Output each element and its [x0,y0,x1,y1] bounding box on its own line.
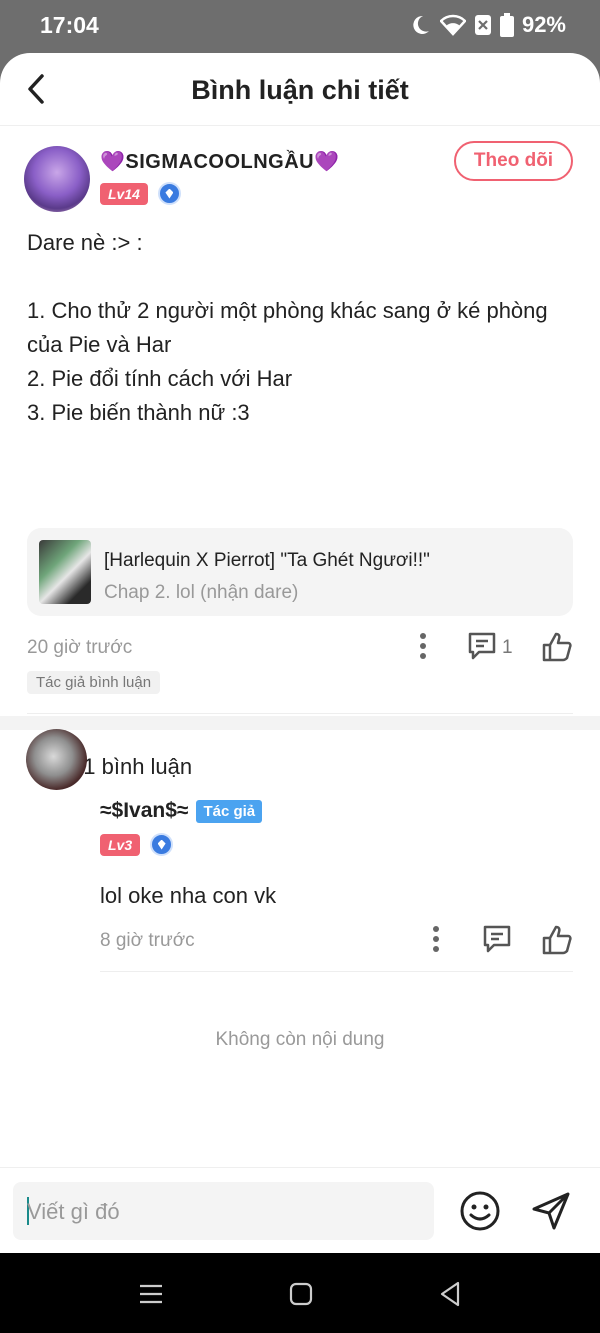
chapter-subtitle: Chap 2. lol (nhận dare) [104,582,299,603]
section-divider [0,716,600,730]
comment-time: 20 giờ trước [27,637,133,658]
system-nav-bar [0,1253,600,1333]
comment-input[interactable]: Viết gì đó [13,1182,434,1240]
comment-line: 1. Cho thử 2 người một phòng khác sang ở… [27,298,554,357]
reply-actions: 8 giờ trước [100,924,575,958]
author-comment-tag: Tác giả bình luận [27,671,161,694]
reply-username[interactable]: ≈$Ivan$≈ [100,799,188,823]
recents-icon[interactable] [136,1279,166,1309]
comment-line: Dare nè :> : [27,230,143,255]
moon-icon [413,15,429,34]
battery-icon [499,13,514,37]
chapter-thumbnail [39,540,91,604]
follow-button[interactable]: Theo dõi [454,141,573,181]
status-bar: 17:04 92% [0,0,600,52]
avatar[interactable] [24,146,90,212]
header: Bình luận chi tiết [0,53,600,126]
divider [27,713,573,714]
status-icons: 92% [408,12,566,38]
wifi-icon [439,14,466,36]
reply-user-badges: Lv3 [100,833,174,856]
shield-icon [157,182,181,205]
like-icon[interactable] [541,924,573,956]
status-time: 17:04 [40,12,99,38]
back-nav-icon[interactable] [436,1279,466,1309]
comment-actions: 20 giờ trước 1 [27,631,575,665]
send-icon[interactable] [530,1190,572,1232]
comment-line: 3. Pie biến thành nữ :3 [27,400,250,425]
no-sim-icon [474,15,491,35]
end-of-list-label: Không còn nội dung [215,1029,385,1050]
main-comment: 💜SIGMACOOLNGẦU💜 Lv14 Theo dõi Dare nè :>… [0,126,600,1166]
comment-body: Dare nè :> : 1. Cho thử 2 người một phòn… [27,226,575,430]
comment-icon[interactable] [482,924,512,954]
reply-text: lol oke nha con vk [100,883,277,908]
level-badge: Lv3 [100,833,141,856]
like-icon[interactable] [541,631,573,663]
comment-line [27,260,575,294]
emoji-icon[interactable] [459,1190,501,1232]
composer-bar: Viết gì đó [0,1167,600,1253]
comment-icon[interactable] [467,631,497,661]
level-badge: Lv14 [100,182,148,205]
more-icon[interactable] [426,924,446,954]
username[interactable]: 💜SIGMACOOLNGẦU💜 [100,149,340,174]
input-placeholder: Viết gì đó [27,1199,120,1224]
reply-header: ≈$Ivan$≈ Tác giả [100,799,263,823]
battery-level: 92% [521,12,566,37]
shield-icon [150,833,174,856]
author-badge: Tác giả [196,799,263,823]
more-icon[interactable] [413,631,433,661]
reply-time: 8 giờ trước [100,930,195,951]
comment-detail-sheet: Bình luận chi tiết 💜SIGMACOOLNGẦU💜 Lv14 … [0,53,600,1253]
chapter-title: [Harlequin X Pierrot] "Ta Ghét Ngươi!!" [104,550,430,571]
divider [100,971,573,972]
comment-line: 2. Pie đổi tính cách với Har [27,366,293,391]
user-badges: Lv14 [100,182,181,205]
reply-avatar[interactable] [26,729,87,790]
home-icon[interactable] [286,1279,316,1309]
reply-count: 1 [502,637,513,658]
page-title: Bình luận chi tiết [191,75,409,105]
chapter-reference-card[interactable]: [Harlequin X Pierrot] "Ta Ghét Ngươi!!" … [27,528,573,616]
